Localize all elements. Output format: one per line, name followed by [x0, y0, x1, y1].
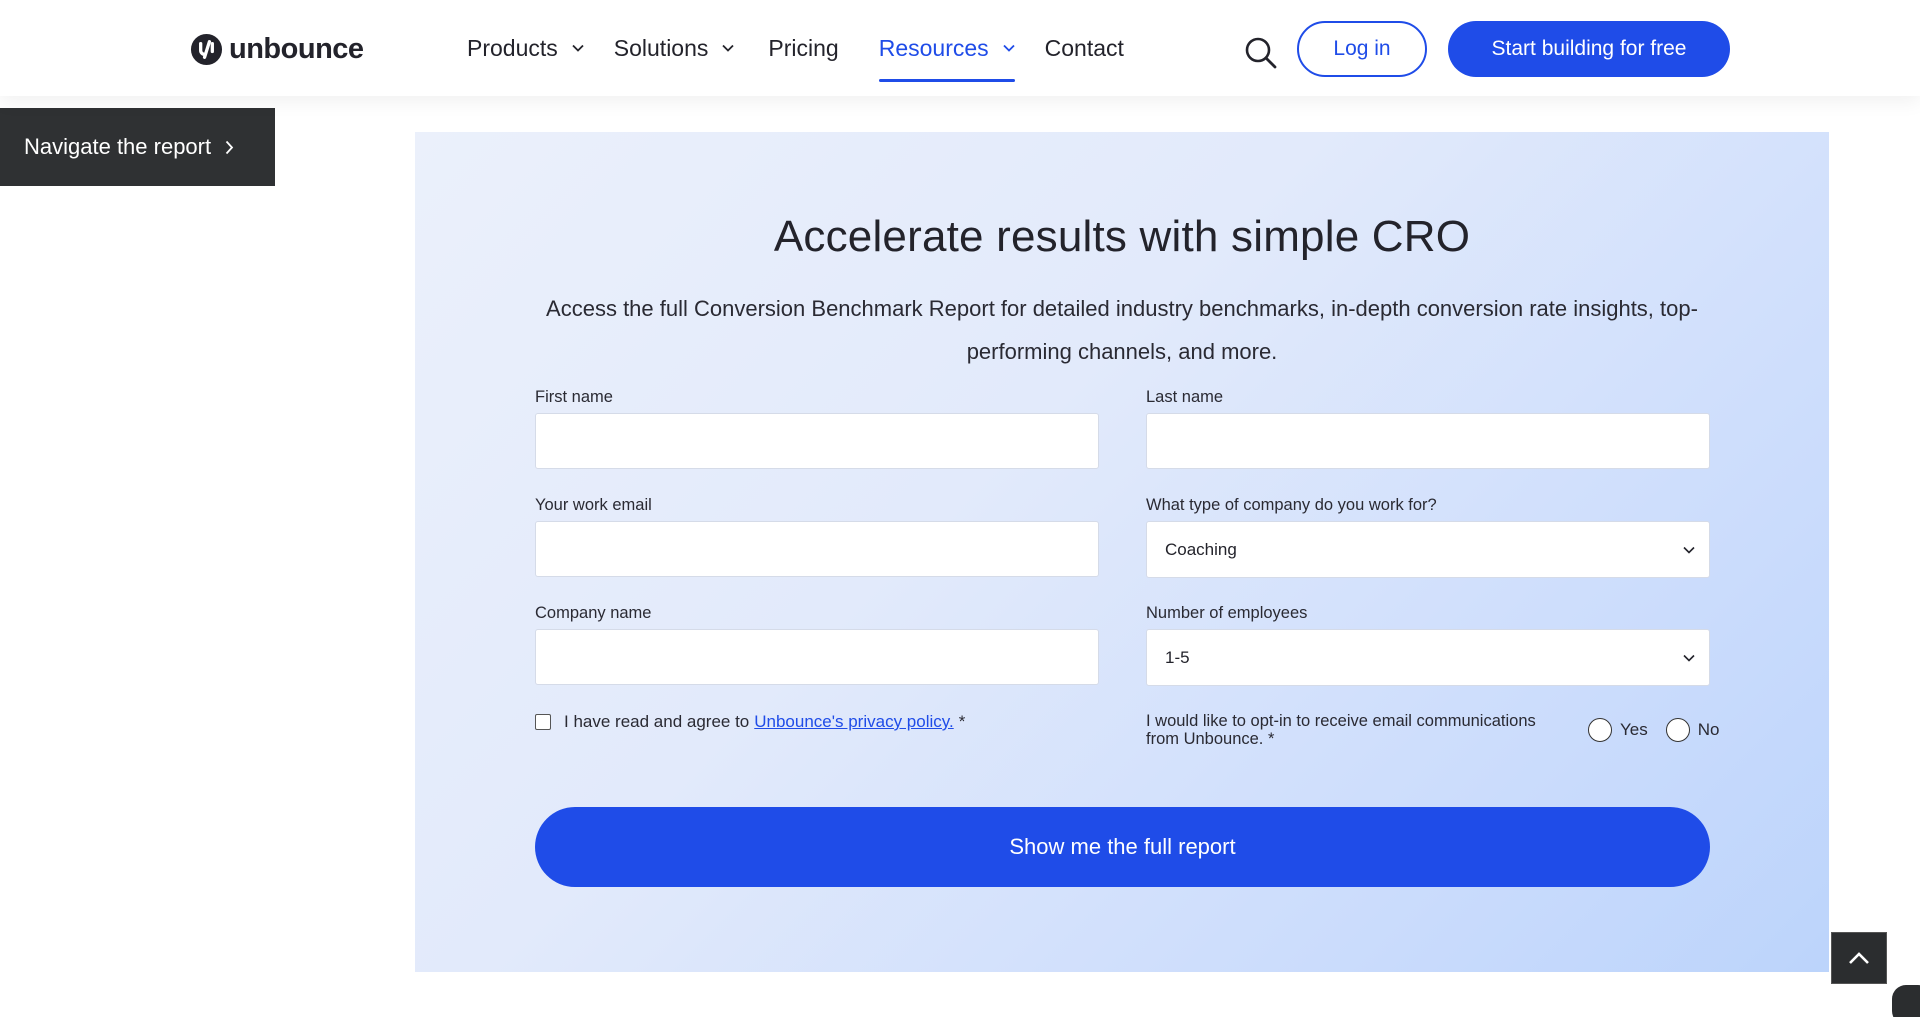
nav-pricing-label: Pricing — [768, 34, 839, 61]
unbounce-logo-icon — [190, 33, 223, 65]
chevron-right-icon — [225, 140, 234, 154]
logo-text: unbounce — [229, 32, 364, 65]
form-title: Accelerate results with simple CRO — [773, 212, 1471, 261]
chevron-down-icon — [572, 44, 584, 52]
employees-value: 1-5 — [1165, 647, 1190, 667]
back-to-top-button[interactable] — [1831, 932, 1887, 984]
chevron-up-icon — [1849, 952, 1869, 964]
company-name-label: Company name — [535, 604, 652, 622]
nav-contact-label: Contact — [1044, 34, 1124, 61]
login-button[interactable]: Log in — [1297, 21, 1427, 77]
optin-text: I would like to opt-in to receive email … — [1146, 712, 1536, 748]
optin-no-label: No — [1697, 720, 1720, 739]
required-mark: * — [958, 712, 966, 731]
last-name-field[interactable] — [1146, 413, 1710, 469]
employees-select[interactable]: 1-5 — [1146, 629, 1710, 686]
optin-yes-radio[interactable] — [1588, 718, 1612, 742]
email-label: Your work email — [535, 496, 652, 514]
privacy-checkbox[interactable] — [535, 714, 551, 730]
start-building-button[interactable]: Start building for free — [1448, 21, 1730, 77]
form-description: Access the full Conversion Benchmark Rep… — [546, 296, 1698, 364]
first-name-field[interactable] — [535, 413, 1099, 469]
nav-resources-label: Resources — [878, 34, 989, 61]
unbounce-logo[interactable]: unbounce — [190, 32, 364, 66]
privacy-consent-text: I have read and agree to — [564, 712, 750, 731]
search-icon[interactable] — [1244, 36, 1278, 70]
nav-solutions[interactable]: Solutions — [614, 0, 735, 96]
navigate-report-label: Navigate the report — [24, 134, 212, 159]
nav-products-label: Products — [467, 34, 558, 61]
main-nav: Products Solutions Pricing Resources Con… — [467, 0, 1124, 96]
optin-radio-group: Yes No — [1588, 718, 1719, 742]
company-name-field[interactable] — [535, 629, 1099, 685]
first-name-label: First name — [535, 388, 613, 406]
chevron-down-icon — [722, 44, 735, 52]
company-type-value: Coaching — [1165, 539, 1237, 559]
site-header: unbounce Products Solutions Pricing Reso… — [0, 0, 1920, 96]
nav-products[interactable]: Products — [467, 0, 584, 96]
navigate-report-button[interactable]: Navigate the report — [0, 108, 275, 186]
show-report-button[interactable]: Show me the full report — [535, 807, 1710, 887]
nav-solutions-label: Solutions — [613, 34, 709, 61]
last-name-label: Last name — [1146, 388, 1224, 406]
report-form-card: Accelerate results with simple CRO Acces… — [415, 132, 1829, 972]
chevron-down-icon — [1683, 654, 1695, 662]
nav-resources[interactable]: Resources — [878, 0, 1015, 96]
privacy-consent: I have read and agree to Unbounce's priv… — [535, 712, 965, 732]
chevron-down-icon — [1683, 546, 1695, 554]
employees-label: Number of employees — [1146, 604, 1308, 622]
chat-widget-edge[interactable] — [1892, 985, 1920, 1017]
nav-pricing[interactable]: Pricing — [768, 0, 838, 96]
chevron-down-icon — [1003, 44, 1015, 52]
company-type-label: What type of company do you work for? — [1146, 496, 1437, 514]
nav-contact[interactable]: Contact — [1045, 0, 1124, 96]
optin-yes-label: Yes — [1620, 720, 1648, 739]
optin-no-radio[interactable] — [1665, 718, 1690, 742]
privacy-policy-link[interactable]: Unbounce's privacy policy. — [754, 712, 953, 732]
email-field[interactable] — [535, 521, 1099, 577]
company-type-select[interactable]: Coaching — [1146, 521, 1710, 578]
